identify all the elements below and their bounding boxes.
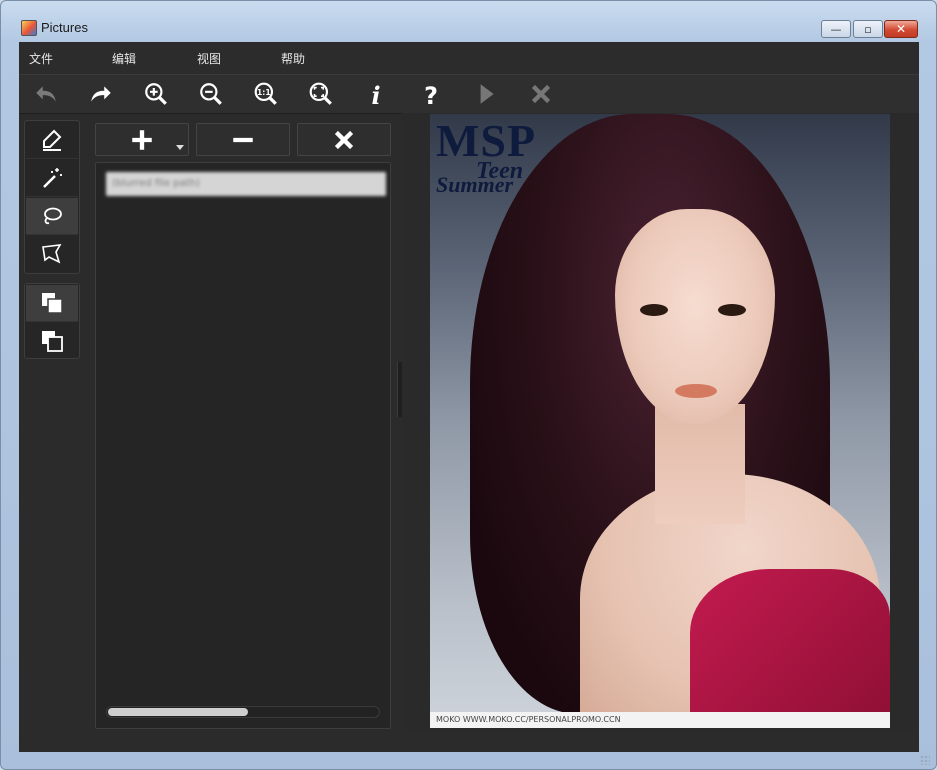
tools-panel <box>24 120 80 359</box>
add-button[interactable] <box>95 123 189 156</box>
app-window: Pictures — ▫ ✕ 文件 编辑 视图 帮助 1:1 i ? (blur… <box>0 0 937 770</box>
polygon-lasso-tool[interactable] <box>26 236 78 272</box>
close-window-button[interactable]: ✕ <box>884 20 918 38</box>
app-icon <box>21 20 37 36</box>
bring-front-tool[interactable] <box>26 285 78 322</box>
add-icon <box>132 129 152 150</box>
zoom-out-button[interactable] <box>196 80 226 108</box>
minimize-button[interactable]: — <box>821 20 851 38</box>
remove-button[interactable] <box>196 123 290 156</box>
fit-screen-button[interactable] <box>306 80 336 108</box>
redo-icon <box>91 86 111 102</box>
fit-screen-icon <box>309 82 332 105</box>
close-icon <box>531 84 551 104</box>
info-button[interactable]: i <box>361 80 391 108</box>
zoom-out-icon <box>200 83 222 105</box>
zoom-in-icon <box>145 83 167 105</box>
send-back-tool[interactable] <box>26 323 78 359</box>
actual-size-icon: 1:1 <box>254 82 277 105</box>
menu-file[interactable]: 文件 <box>29 50 53 67</box>
help-button[interactable]: ? <box>416 80 446 108</box>
help-label: ? <box>424 82 438 107</box>
undo-icon <box>36 86 56 102</box>
scrollbar-thumb[interactable] <box>108 708 248 716</box>
resize-grip[interactable] <box>920 755 930 765</box>
eraser-tool[interactable] <box>26 122 78 159</box>
selection-tools <box>24 120 80 274</box>
magazine-summer: Summer <box>436 172 514 197</box>
play-icon <box>480 84 494 104</box>
minimize-icon: — <box>830 22 842 36</box>
redo-button[interactable] <box>86 80 116 108</box>
help-icon: ? <box>424 82 438 107</box>
photo-dress <box>690 569 890 728</box>
undo-button[interactable] <box>31 80 61 108</box>
lasso-tool[interactable] <box>26 198 78 235</box>
menu-help[interactable]: 帮助 <box>281 50 305 67</box>
remove-icon <box>233 137 253 142</box>
photo-eye-left <box>640 304 668 316</box>
magic-wand-icon <box>43 168 62 188</box>
clear-icon <box>334 130 354 149</box>
file-list[interactable]: (blurred file path) <box>95 162 391 729</box>
horizontal-scrollbar[interactable] <box>106 706 380 718</box>
photo-footer: MOKO WWW.MOKO.CC/PERSONALPROMO.CCN <box>430 712 890 728</box>
image-viewer[interactable]: MSP Teen Summer MOKO WWW.MOKO.CC/PERSONA… <box>402 113 919 730</box>
eraser-icon <box>43 129 62 151</box>
info-icon: i <box>371 82 380 107</box>
client-area: 文件 编辑 视图 帮助 1:1 i ? (blurred file path) … <box>19 42 919 752</box>
lasso-icon <box>44 207 62 225</box>
stop-button[interactable] <box>526 80 556 108</box>
clear-button[interactable] <box>297 123 391 156</box>
play-button[interactable] <box>471 80 501 108</box>
title-bar[interactable]: Pictures — ▫ ✕ <box>1 1 936 41</box>
chevron-down-icon[interactable] <box>176 145 184 150</box>
layer-tools <box>24 283 80 359</box>
file-list-panel: (blurred file path) <box>89 120 394 730</box>
maximize-icon: ▫ <box>864 22 872 36</box>
photo-eye-right <box>718 304 746 316</box>
layer-front-icon <box>42 293 63 314</box>
list-item[interactable]: (blurred file path) <box>106 172 386 196</box>
magic-wand-tool[interactable] <box>26 160 78 197</box>
photo-preview: MSP Teen Summer MOKO WWW.MOKO.CC/PERSONA… <box>430 114 890 728</box>
zoom-in-button[interactable] <box>141 80 171 108</box>
actual-size-button[interactable]: 1:1 <box>251 80 281 108</box>
menu-view[interactable]: 视图 <box>197 50 221 67</box>
menu-edit[interactable]: 编辑 <box>112 50 136 67</box>
maximize-button[interactable]: ▫ <box>853 20 883 38</box>
window-title: Pictures <box>41 20 88 35</box>
menu-bar: 文件 编辑 视图 帮助 <box>19 42 919 75</box>
actual-size-label: 1:1 <box>257 88 271 97</box>
polygon-lasso-icon <box>42 244 62 264</box>
info-label: i <box>371 82 380 107</box>
photo-lips <box>675 384 717 398</box>
close-icon: ✕ <box>895 22 907 36</box>
layer-back-icon <box>42 331 63 352</box>
toolbar: 1:1 i ? <box>19 75 919 114</box>
